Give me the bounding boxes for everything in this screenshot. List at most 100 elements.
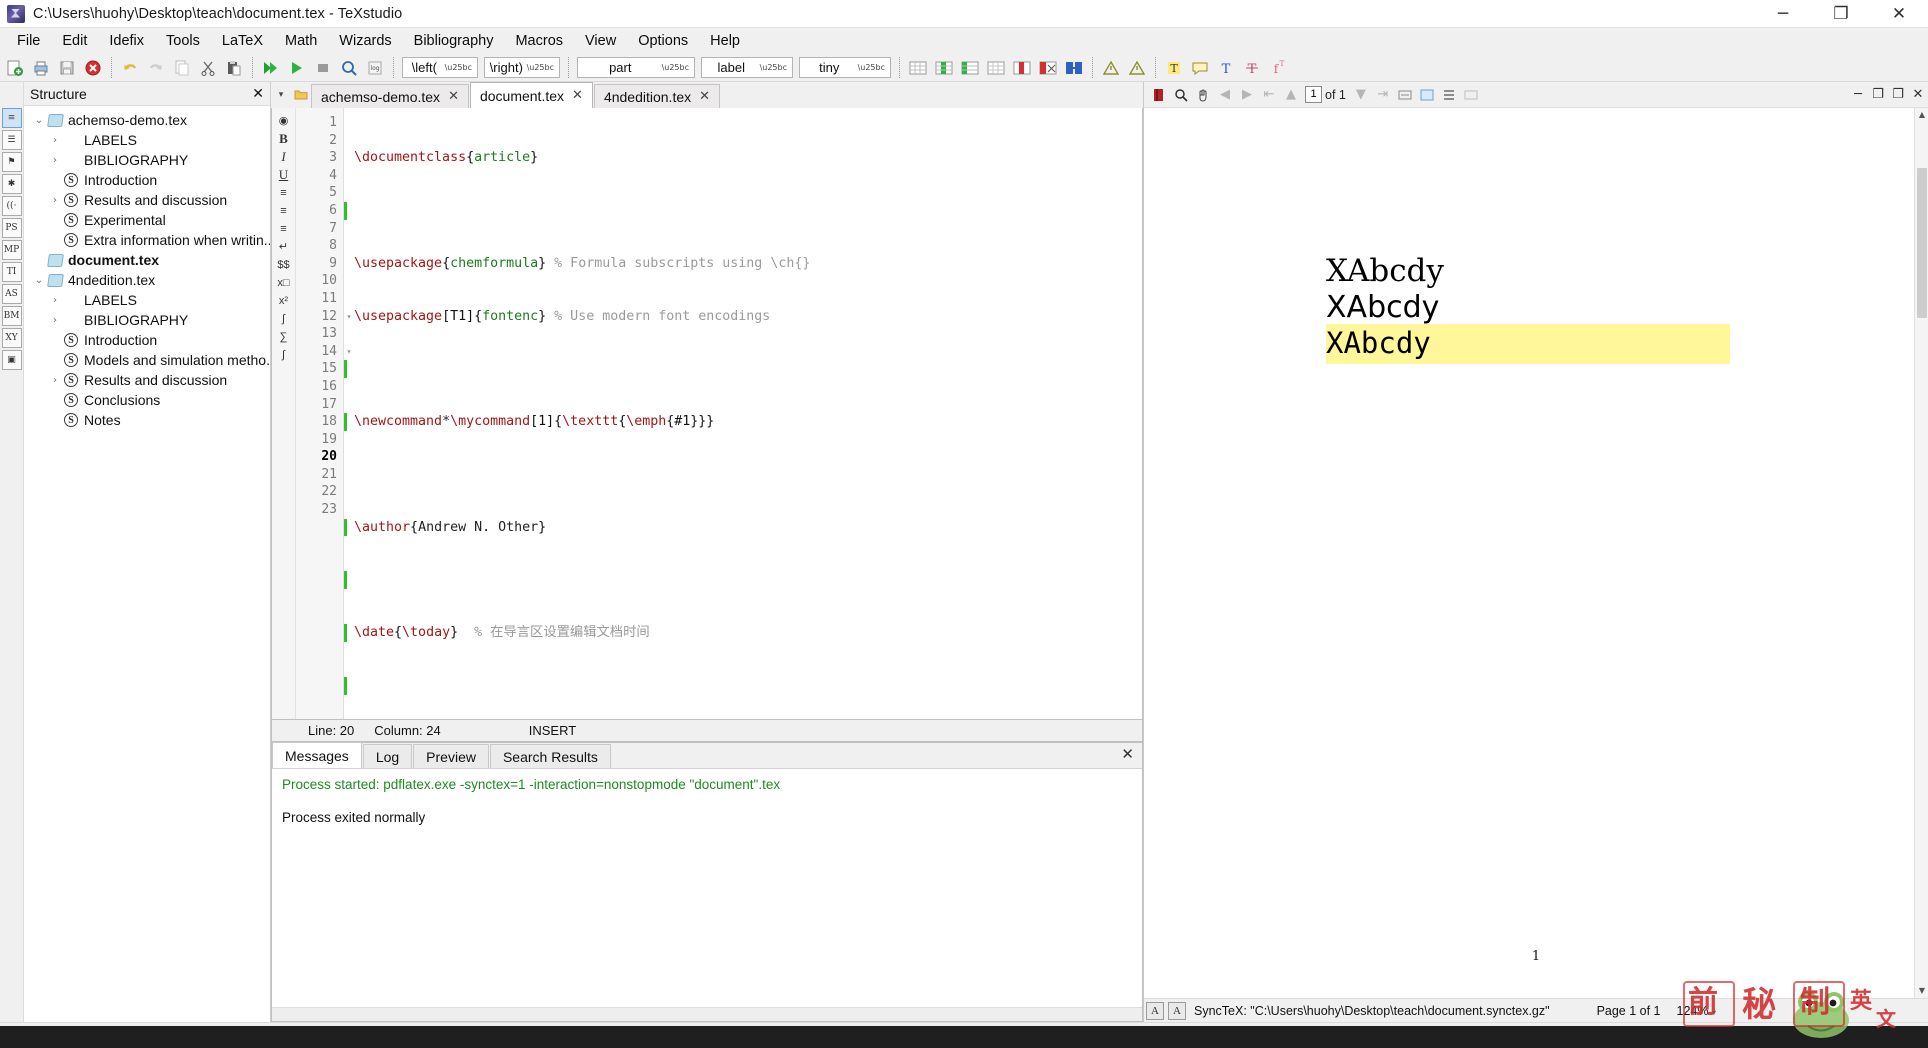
rail-misc-icon[interactable]: ▣ [1, 350, 22, 370]
menu-file[interactable]: File [6, 30, 51, 52]
structure-item-9[interactable]: › LABELS [24, 290, 270, 310]
open-pdf-icon[interactable] [1148, 84, 1170, 106]
comment-bubble-icon[interactable] [1187, 56, 1213, 80]
pdf-scroll-area[interactable]: XAbcdy XAbcdy XAbcdy 1 ▲ ▼ [1144, 108, 1928, 998]
math-display-icon[interactable]: $$ [274, 256, 294, 273]
page-number-input[interactable]: 1 [1305, 86, 1322, 103]
undo-icon[interactable] [117, 56, 143, 80]
superscript-icon[interactable]: x² [274, 292, 294, 309]
structure-item-0[interactable]: ⌄ achemso-demo.tex [24, 110, 270, 130]
compile-icon[interactable] [284, 56, 310, 80]
stop-icon[interactable] [310, 56, 336, 80]
code-scroll-area[interactable]: \documentclass{article} \usepackage{chem… [344, 108, 1142, 719]
rail-bm-icon[interactable]: BM [1, 306, 22, 326]
text-blue-icon[interactable]: T [1213, 56, 1239, 80]
search-icon[interactable] [1170, 84, 1192, 106]
structure-item-1[interactable]: › LABELS [24, 130, 270, 150]
rail-xy-icon[interactable]: XY [1, 328, 22, 348]
tab-scroll-left-icon[interactable]: ▾ [271, 82, 291, 108]
structure-item-14[interactable]: S Conclusions [24, 390, 270, 410]
menu-bibliography[interactable]: Bibliography [403, 30, 505, 52]
print-icon[interactable] [28, 56, 54, 80]
rail-ti-icon[interactable]: TI [1, 262, 22, 282]
align-left-icon[interactable]: ≡ [274, 184, 294, 201]
scroll-up-icon[interactable]: ▲ [1915, 108, 1928, 122]
close-icon[interactable]: ✕ [699, 89, 710, 104]
integral-icon[interactable]: ∫ [274, 346, 294, 363]
zoom-level[interactable]: 124% ▾ [1677, 1004, 1716, 1018]
structure-item-4[interactable]: › S Results and discussion [24, 190, 270, 210]
hand-tool-icon[interactable] [1192, 84, 1214, 106]
add-column-icon[interactable] [931, 56, 957, 80]
tab-messages[interactable]: Messages [272, 742, 362, 768]
first-page-icon[interactable]: ⇤ [1258, 84, 1280, 106]
structure-item-15[interactable]: S Notes [24, 410, 270, 430]
menu-math[interactable]: Math [274, 30, 328, 52]
table-grid-icon[interactable] [983, 56, 1009, 80]
font-size-combo[interactable]: tiny \u25bc [799, 57, 891, 78]
rail-symbols-icon[interactable]: ✱ [1, 174, 22, 194]
chevron-right-icon[interactable]: › [48, 155, 62, 166]
close-icon[interactable]: ✕ [1908, 84, 1928, 106]
tab-achemso-demo[interactable]: achemso-demo.tex ✕ [311, 84, 469, 108]
structure-level-combo[interactable]: part \u25bc [577, 57, 695, 78]
structure-item-5[interactable]: S Experimental [24, 210, 270, 230]
scroll-down-icon[interactable]: ▼ [1915, 984, 1928, 998]
open-folder-icon[interactable] [291, 82, 311, 108]
close-button[interactable]: ✕ [1870, 0, 1928, 28]
structure-item-7[interactable]: document.tex [24, 250, 270, 270]
close-document-icon[interactable] [80, 56, 106, 80]
structure-item-11[interactable]: S Introduction [24, 330, 270, 350]
next-page-icon[interactable]: ▶ [1236, 84, 1258, 106]
insert-mode[interactable]: INSERT [451, 723, 586, 738]
structure-item-13[interactable]: › S Results and discussion [24, 370, 270, 390]
chevron-right-icon[interactable]: › [48, 195, 62, 206]
structure-item-3[interactable]: S Introduction [24, 170, 270, 190]
menu-wizards[interactable]: Wizards [328, 30, 402, 52]
underline-icon[interactable]: U [274, 166, 294, 183]
rail-ps-icon[interactable]: PS [1, 218, 22, 238]
paste-icon[interactable] [221, 56, 247, 80]
last-page-icon[interactable]: ⇥ [1372, 84, 1394, 106]
view-pdf-icon[interactable] [336, 56, 362, 80]
minimize-button[interactable]: ─ [1754, 0, 1812, 28]
new-document-icon[interactable] [2, 56, 28, 80]
maximize-button[interactable]: ❐ [1812, 0, 1870, 28]
close-icon[interactable]: ✕ [448, 89, 459, 104]
align-right-icon[interactable]: ≡ [274, 220, 294, 237]
menu-tools[interactable]: Tools [155, 30, 211, 52]
menu-latex[interactable]: LaTeX [211, 30, 274, 52]
tab-log[interactable]: Log [362, 744, 413, 768]
fit-width-icon[interactable] [1394, 84, 1416, 106]
sum-icon[interactable]: ∑ [274, 328, 294, 345]
menu-view[interactable]: View [574, 30, 627, 52]
delete-column-icon[interactable] [1009, 56, 1035, 80]
page-up-icon[interactable]: ▲ [1280, 84, 1302, 106]
chevron-down-icon[interactable]: ⌄ [32, 115, 46, 126]
page-down-icon[interactable]: ▼ [1350, 84, 1372, 106]
minimize-icon[interactable]: ─ [1848, 84, 1868, 106]
label-combo[interactable]: label \u25bc [701, 57, 793, 78]
rail-mp-icon[interactable]: MP [1, 240, 22, 260]
italic-icon[interactable]: I [274, 148, 294, 165]
menu-idefix[interactable]: Idefix [98, 30, 155, 52]
code-text[interactable]: \documentclass{article} \usepackage{chem… [344, 108, 1142, 719]
warning-next-icon[interactable] [1124, 56, 1150, 80]
menu-macros[interactable]: Macros [504, 30, 574, 52]
messages-body[interactable]: Process started: pdflatex.exe -synctex=1… [272, 769, 1142, 1007]
rail-bookmarks-icon[interactable]: ⚑ [1, 152, 22, 172]
structure-item-6[interactable]: S Extra information when writin... [24, 230, 270, 250]
structure-item-2[interactable]: › BIBLIOGRAPHY [24, 150, 270, 170]
left-bracket-combo[interactable]: \left( \u25bc [402, 57, 478, 78]
chevron-right-icon[interactable]: › [48, 375, 62, 386]
chevron-right-icon[interactable]: › [48, 135, 62, 146]
scrollbar-thumb[interactable] [1917, 168, 1927, 318]
subscript-icon[interactable]: x□ [274, 274, 294, 291]
structure-tree[interactable]: ⌄ achemso-demo.tex › LABELS › BIBLIOGRAPHY S In… [24, 106, 270, 1022]
add-row-icon[interactable] [957, 56, 983, 80]
bold-icon[interactable]: B [274, 130, 294, 147]
newline-icon[interactable]: ↵ [274, 238, 294, 255]
menu-edit[interactable]: Edit [51, 30, 98, 52]
rail-as-icon[interactable]: AS [1, 284, 22, 304]
maximize-icon[interactable]: ❐ [1888, 84, 1908, 106]
